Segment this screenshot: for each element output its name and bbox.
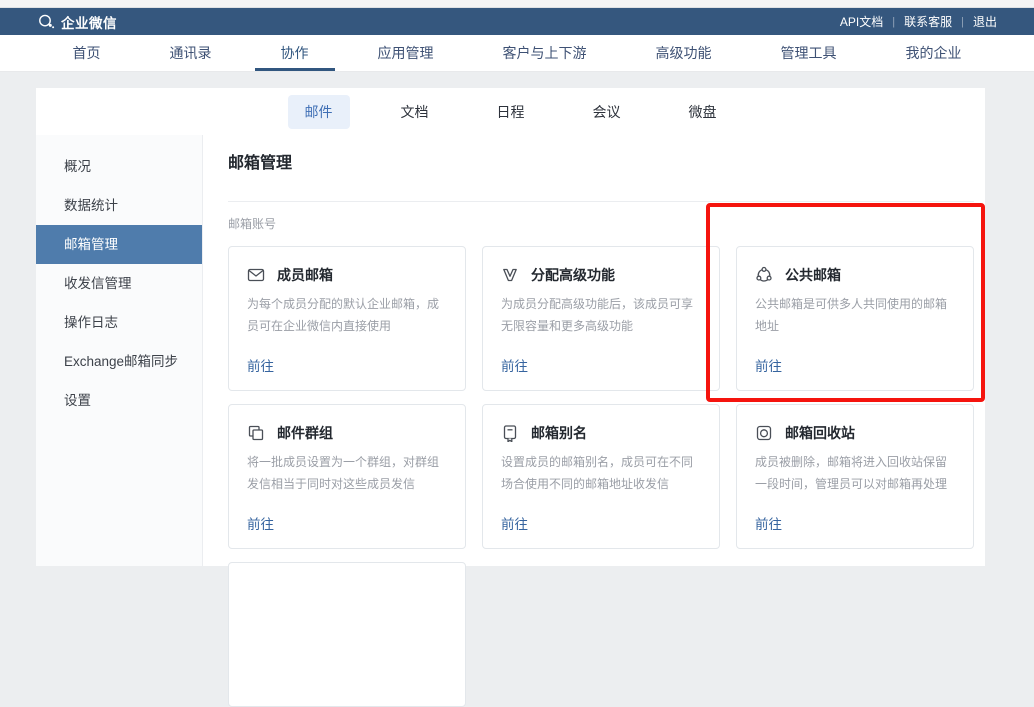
subtab-docs[interactable]: 文档 xyxy=(384,95,446,129)
card-desc: 设置成员的邮箱别名，成员可在不同场合使用不同的邮箱地址收发信 xyxy=(501,452,701,495)
go-link-mailbox-recycle[interactable]: 前往 xyxy=(755,513,782,533)
card-desc: 成员被删除，邮箱将进入回收站保留一段时间，管理员可以对邮箱再处理 xyxy=(755,452,955,495)
nav-item-advanced[interactable]: 高级功能 xyxy=(656,35,712,71)
active-tab-underline xyxy=(255,68,335,71)
divider xyxy=(228,201,974,202)
card-title: 公共邮箱 xyxy=(785,265,841,285)
sidebar-item-send-receive[interactable]: 收发信管理 xyxy=(36,264,202,303)
main-content: 邮箱管理 邮箱账号 成员邮箱 为每个成员分配的默认企业邮箱，成员可在企 xyxy=(203,135,998,566)
sidebar: 概况 数据统计 邮箱管理 收发信管理 操作日志 Exchange邮箱同步 设置 xyxy=(36,135,203,566)
share-icon xyxy=(755,266,773,284)
vip-icon xyxy=(501,266,519,284)
brand[interactable]: 企业微信 xyxy=(38,12,117,32)
subtab-schedule[interactable]: 日程 xyxy=(480,95,542,129)
topbar-links: API文档 | 联系客服 | 退出 xyxy=(840,13,997,30)
go-link-mail-group[interactable]: 前往 xyxy=(247,513,274,533)
nav-item-collaboration[interactable]: 协作 xyxy=(281,35,309,71)
card-grid: 成员邮箱 为每个成员分配的默认企业邮箱，成员可在企业微信内直接使用 前往 分配高… xyxy=(228,246,974,707)
card-desc: 为每个成员分配的默认企业邮箱，成员可在企业微信内直接使用 xyxy=(247,294,447,337)
card-title: 邮箱回收站 xyxy=(785,423,855,443)
main-nav: 首页 通讯录 协作 应用管理 客户与上下游 高级功能 管理工具 我的企业 xyxy=(0,35,1034,72)
subtab-meeting[interactable]: 会议 xyxy=(576,95,638,129)
bookmark-icon xyxy=(501,424,519,442)
panel-body: 概况 数据统计 邮箱管理 收发信管理 操作日志 Exchange邮箱同步 设置 … xyxy=(36,135,985,566)
topbar: 企业微信 API文档 | 联系客服 | 退出 xyxy=(0,8,1034,35)
card-head: 邮件群组 xyxy=(247,423,447,443)
card-assign-advanced: 分配高级功能 为成员分配高级功能后，该成员可享无限容量和更多高级功能 前往 xyxy=(482,246,720,391)
card-head: 邮箱别名 xyxy=(501,423,701,443)
content-panel: 邮件 文档 日程 会议 微盘 概况 数据统计 邮箱管理 收发信管理 操作日志 E… xyxy=(36,88,985,566)
subtab-mail[interactable]: 邮件 xyxy=(288,95,350,129)
sidebar-item-statistics[interactable]: 数据统计 xyxy=(36,186,202,225)
section-label: 邮箱账号 xyxy=(228,215,974,232)
card-head: 邮箱回收站 xyxy=(755,423,955,443)
nav-item-label: 协作 xyxy=(281,43,309,63)
go-link-assign-advanced[interactable]: 前往 xyxy=(501,355,528,375)
card-title: 分配高级功能 xyxy=(531,265,615,285)
subtab-drive[interactable]: 微盘 xyxy=(672,95,734,129)
card-public-mailbox: 公共邮箱 公共邮箱是可供多人共同使用的邮箱地址 前往 xyxy=(736,246,974,391)
card-partial-next-row xyxy=(228,562,466,707)
card-desc: 将一批成员设置为一个群组，对群组发信相当于同时对这些成员发信 xyxy=(247,452,447,495)
card-desc: 为成员分配高级功能后，该成员可享无限容量和更多高级功能 xyxy=(501,294,701,337)
card-head: 分配高级功能 xyxy=(501,265,701,285)
nav-item-my-company[interactable]: 我的企业 xyxy=(906,35,962,71)
card-title: 邮件群组 xyxy=(277,423,333,443)
mail-icon xyxy=(247,266,265,284)
page-title: 邮箱管理 xyxy=(228,149,974,173)
logout-link[interactable]: 退出 xyxy=(973,13,997,30)
separator: | xyxy=(961,16,964,28)
copy-icon xyxy=(247,424,265,442)
go-link-public-mailbox[interactable]: 前往 xyxy=(755,355,782,375)
card-desc: 公共邮箱是可供多人共同使用的邮箱地址 xyxy=(755,294,955,337)
recycle-icon xyxy=(755,424,773,442)
sidebar-item-operation-log[interactable]: 操作日志 xyxy=(36,303,202,342)
go-link-member-mailbox[interactable]: 前往 xyxy=(247,355,274,375)
nav-item-customers[interactable]: 客户与上下游 xyxy=(503,35,587,71)
sidebar-item-overview[interactable]: 概况 xyxy=(36,147,202,186)
sidebar-item-exchange-sync[interactable]: Exchange邮箱同步 xyxy=(36,342,202,381)
browser-chrome-strip xyxy=(0,0,1034,8)
nav-item-home[interactable]: 首页 xyxy=(73,35,101,71)
sidebar-item-settings[interactable]: 设置 xyxy=(36,381,202,420)
nav-item-app-management[interactable]: 应用管理 xyxy=(378,35,434,71)
api-docs-link[interactable]: API文档 xyxy=(840,13,883,30)
card-title: 成员邮箱 xyxy=(277,265,333,285)
collaboration-subtabs: 邮件 文档 日程 会议 微盘 xyxy=(36,88,985,135)
nav-item-contacts[interactable]: 通讯录 xyxy=(170,35,212,71)
go-link-mailbox-alias[interactable]: 前往 xyxy=(501,513,528,533)
card-mailbox-recycle: 邮箱回收站 成员被删除，邮箱将进入回收站保留一段时间，管理员可以对邮箱再处理 前… xyxy=(736,404,974,549)
card-head: 公共邮箱 xyxy=(755,265,955,285)
card-member-mailbox: 成员邮箱 为每个成员分配的默认企业邮箱，成员可在企业微信内直接使用 前往 xyxy=(228,246,466,391)
card-title: 邮箱别名 xyxy=(531,423,587,443)
card-mail-group: 邮件群组 将一批成员设置为一个群组，对群组发信相当于同时对这些成员发信 前往 xyxy=(228,404,466,549)
nav-item-admin-tools[interactable]: 管理工具 xyxy=(781,35,837,71)
separator: | xyxy=(892,16,895,28)
card-mailbox-alias: 邮箱别名 设置成员的邮箱别名，成员可在不同场合使用不同的邮箱地址收发信 前往 xyxy=(482,404,720,549)
wecom-logo-icon xyxy=(38,14,55,29)
contact-support-link[interactable]: 联系客服 xyxy=(904,13,952,30)
brand-label: 企业微信 xyxy=(61,12,117,32)
sidebar-item-mailbox-management[interactable]: 邮箱管理 xyxy=(36,225,202,264)
card-head: 成员邮箱 xyxy=(247,265,447,285)
